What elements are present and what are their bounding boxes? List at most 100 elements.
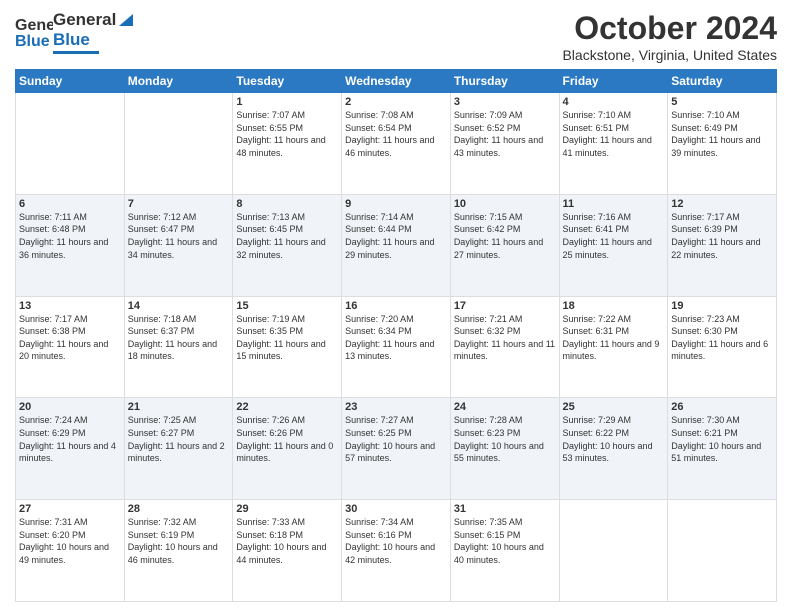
day-number: 8 (236, 198, 338, 210)
day-info: Sunrise: 7:24 AMSunset: 6:29 PMDaylight:… (19, 414, 121, 464)
week-row-2: 6Sunrise: 7:11 AMSunset: 6:48 PMDaylight… (16, 194, 777, 296)
table-row: 24Sunrise: 7:28 AMSunset: 6:23 PMDayligh… (450, 398, 559, 500)
page: General Blue General Blue October 2024 B… (0, 0, 792, 612)
day-number: 27 (19, 503, 121, 515)
day-number: 11 (563, 198, 665, 210)
day-info: Sunrise: 7:16 AMSunset: 6:41 PMDaylight:… (563, 211, 665, 261)
table-row: 2Sunrise: 7:08 AMSunset: 6:54 PMDaylight… (342, 93, 451, 195)
logo-blue: Blue (53, 30, 90, 50)
day-number: 30 (345, 503, 447, 515)
day-number: 4 (563, 96, 665, 108)
table-row: 13Sunrise: 7:17 AMSunset: 6:38 PMDayligh… (16, 296, 125, 398)
day-info: Sunrise: 7:28 AMSunset: 6:23 PMDaylight:… (454, 414, 556, 464)
day-info: Sunrise: 7:12 AMSunset: 6:47 PMDaylight:… (128, 211, 230, 261)
day-info: Sunrise: 7:19 AMSunset: 6:35 PMDaylight:… (236, 313, 338, 363)
day-info: Sunrise: 7:17 AMSunset: 6:39 PMDaylight:… (671, 211, 773, 261)
table-row: 29Sunrise: 7:33 AMSunset: 6:18 PMDayligh… (233, 500, 342, 602)
col-tuesday: Tuesday (233, 70, 342, 93)
logo-general: General (53, 10, 116, 30)
day-number: 2 (345, 96, 447, 108)
day-info: Sunrise: 7:13 AMSunset: 6:45 PMDaylight:… (236, 211, 338, 261)
day-number: 9 (345, 198, 447, 210)
day-number: 10 (454, 198, 556, 210)
day-info: Sunrise: 7:10 AMSunset: 6:49 PMDaylight:… (671, 109, 773, 159)
table-row: 9Sunrise: 7:14 AMSunset: 6:44 PMDaylight… (342, 194, 451, 296)
table-row (124, 93, 233, 195)
day-number: 1 (236, 96, 338, 108)
table-row: 21Sunrise: 7:25 AMSunset: 6:27 PMDayligh… (124, 398, 233, 500)
table-row: 4Sunrise: 7:10 AMSunset: 6:51 PMDaylight… (559, 93, 668, 195)
day-info: Sunrise: 7:25 AMSunset: 6:27 PMDaylight:… (128, 414, 230, 464)
calendar-table: Sunday Monday Tuesday Wednesday Thursday… (15, 69, 777, 602)
day-info: Sunrise: 7:27 AMSunset: 6:25 PMDaylight:… (345, 414, 447, 464)
week-row-3: 13Sunrise: 7:17 AMSunset: 6:38 PMDayligh… (16, 296, 777, 398)
day-info: Sunrise: 7:30 AMSunset: 6:21 PMDaylight:… (671, 414, 773, 464)
day-number: 13 (19, 300, 121, 312)
day-number: 3 (454, 96, 556, 108)
table-row: 17Sunrise: 7:21 AMSunset: 6:32 PMDayligh… (450, 296, 559, 398)
calendar-subtitle: Blackstone, Virginia, United States (562, 47, 777, 63)
day-info: Sunrise: 7:17 AMSunset: 6:38 PMDaylight:… (19, 313, 121, 363)
table-row: 5Sunrise: 7:10 AMSunset: 6:49 PMDaylight… (668, 93, 777, 195)
col-saturday: Saturday (668, 70, 777, 93)
table-row (559, 500, 668, 602)
day-info: Sunrise: 7:23 AMSunset: 6:30 PMDaylight:… (671, 313, 773, 363)
table-row: 15Sunrise: 7:19 AMSunset: 6:35 PMDayligh… (233, 296, 342, 398)
day-number: 14 (128, 300, 230, 312)
table-row: 3Sunrise: 7:09 AMSunset: 6:52 PMDaylight… (450, 93, 559, 195)
logo-icon: General Blue (15, 10, 53, 48)
day-number: 29 (236, 503, 338, 515)
col-friday: Friday (559, 70, 668, 93)
table-row: 7Sunrise: 7:12 AMSunset: 6:47 PMDaylight… (124, 194, 233, 296)
logo-underline (53, 51, 99, 54)
day-info: Sunrise: 7:22 AMSunset: 6:31 PMDaylight:… (563, 313, 665, 363)
col-wednesday: Wednesday (342, 70, 451, 93)
table-row: 19Sunrise: 7:23 AMSunset: 6:30 PMDayligh… (668, 296, 777, 398)
col-thursday: Thursday (450, 70, 559, 93)
day-number: 16 (345, 300, 447, 312)
table-row: 10Sunrise: 7:15 AMSunset: 6:42 PMDayligh… (450, 194, 559, 296)
day-info: Sunrise: 7:32 AMSunset: 6:19 PMDaylight:… (128, 516, 230, 566)
table-row: 8Sunrise: 7:13 AMSunset: 6:45 PMDaylight… (233, 194, 342, 296)
table-row: 30Sunrise: 7:34 AMSunset: 6:16 PMDayligh… (342, 500, 451, 602)
day-info: Sunrise: 7:26 AMSunset: 6:26 PMDaylight:… (236, 414, 338, 464)
week-row-1: 1Sunrise: 7:07 AMSunset: 6:55 PMDaylight… (16, 93, 777, 195)
day-info: Sunrise: 7:21 AMSunset: 6:32 PMDaylight:… (454, 313, 556, 363)
table-row: 16Sunrise: 7:20 AMSunset: 6:34 PMDayligh… (342, 296, 451, 398)
calendar-title: October 2024 (562, 10, 777, 47)
day-number: 19 (671, 300, 773, 312)
day-number: 18 (563, 300, 665, 312)
col-monday: Monday (124, 70, 233, 93)
table-row: 1Sunrise: 7:07 AMSunset: 6:55 PMDaylight… (233, 93, 342, 195)
col-sunday: Sunday (16, 70, 125, 93)
day-info: Sunrise: 7:09 AMSunset: 6:52 PMDaylight:… (454, 109, 556, 159)
table-row: 18Sunrise: 7:22 AMSunset: 6:31 PMDayligh… (559, 296, 668, 398)
day-number: 22 (236, 401, 338, 413)
day-number: 24 (454, 401, 556, 413)
day-number: 25 (563, 401, 665, 413)
day-number: 20 (19, 401, 121, 413)
day-number: 28 (128, 503, 230, 515)
table-row: 28Sunrise: 7:32 AMSunset: 6:19 PMDayligh… (124, 500, 233, 602)
day-info: Sunrise: 7:10 AMSunset: 6:51 PMDaylight:… (563, 109, 665, 159)
table-row: 6Sunrise: 7:11 AMSunset: 6:48 PMDaylight… (16, 194, 125, 296)
table-row: 14Sunrise: 7:18 AMSunset: 6:37 PMDayligh… (124, 296, 233, 398)
week-row-4: 20Sunrise: 7:24 AMSunset: 6:29 PMDayligh… (16, 398, 777, 500)
week-row-5: 27Sunrise: 7:31 AMSunset: 6:20 PMDayligh… (16, 500, 777, 602)
table-row: 25Sunrise: 7:29 AMSunset: 6:22 PMDayligh… (559, 398, 668, 500)
table-row: 22Sunrise: 7:26 AMSunset: 6:26 PMDayligh… (233, 398, 342, 500)
logo-triangle-icon (117, 10, 135, 28)
day-number: 5 (671, 96, 773, 108)
logo-text-block: General Blue (53, 10, 135, 54)
day-number: 15 (236, 300, 338, 312)
table-row: 23Sunrise: 7:27 AMSunset: 6:25 PMDayligh… (342, 398, 451, 500)
day-info: Sunrise: 7:33 AMSunset: 6:18 PMDaylight:… (236, 516, 338, 566)
day-info: Sunrise: 7:14 AMSunset: 6:44 PMDaylight:… (345, 211, 447, 261)
day-info: Sunrise: 7:07 AMSunset: 6:55 PMDaylight:… (236, 109, 338, 159)
day-number: 23 (345, 401, 447, 413)
day-info: Sunrise: 7:18 AMSunset: 6:37 PMDaylight:… (128, 313, 230, 363)
day-info: Sunrise: 7:08 AMSunset: 6:54 PMDaylight:… (345, 109, 447, 159)
header: General Blue General Blue October 2024 B… (15, 10, 777, 63)
day-info: Sunrise: 7:15 AMSunset: 6:42 PMDaylight:… (454, 211, 556, 261)
logo: General Blue (15, 10, 53, 53)
